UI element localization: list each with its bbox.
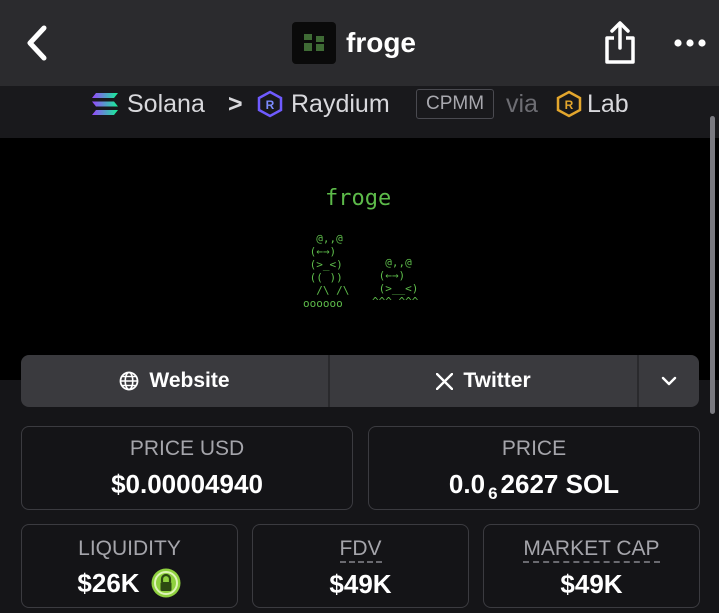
price-sol-value: 0.0 6 2627 SOL: [369, 469, 699, 504]
svg-text:R: R: [266, 98, 275, 112]
dex-link[interactable]: Raydium: [291, 86, 390, 122]
token-name: froge: [346, 27, 416, 58]
market-cap-label[interactable]: MARKET CAP: [523, 537, 660, 563]
liquidity-label: LIQUIDITY: [78, 537, 181, 560]
launchpad-icon: R: [556, 90, 582, 118]
launchpad-link[interactable]: Lab: [587, 86, 629, 122]
website-label: Website: [149, 369, 230, 392]
back-button[interactable]: [20, 22, 54, 64]
pool-type-badge: CPMM: [416, 89, 494, 119]
fdv-label[interactable]: FDV: [339, 537, 382, 563]
market-cap-value: $49K: [560, 569, 623, 599]
price-usd-label: PRICE USD: [129, 437, 245, 460]
solana-icon: [90, 91, 120, 117]
share-button[interactable]: [600, 20, 640, 66]
scrollbar[interactable]: [710, 116, 715, 414]
liquidity-row: $26K: [22, 567, 237, 599]
svg-text:R: R: [565, 98, 574, 112]
breadcrumb-separator: >: [228, 90, 243, 118]
chevron-left-icon: [27, 25, 47, 61]
fdv-label-wrap: FDV: [253, 537, 468, 563]
liquidity-value: $26K: [77, 567, 140, 598]
x-icon: [436, 372, 454, 390]
top-bar: froge: [0, 0, 719, 86]
frog-art-large: @,,@ (←→) (>_<) (( )) /\ /\ oooooo: [303, 232, 350, 310]
price-usd-value: $0.00004940: [111, 469, 263, 499]
social-links-bar: Website Twitter: [21, 355, 699, 407]
banner-title: froge: [325, 186, 392, 211]
liquidity-card: LIQUIDITY $26K: [21, 524, 238, 608]
chain-link[interactable]: Solana: [127, 86, 205, 122]
share-icon: [605, 21, 635, 64]
price-usd-card: PRICE USD $0.00004940: [21, 426, 353, 510]
more-links-button[interactable]: [639, 355, 699, 407]
price-zero-count: 6: [488, 484, 498, 503]
price-label: PRICE: [501, 437, 567, 460]
raydium-icon: R: [257, 90, 283, 118]
twitter-button[interactable]: Twitter: [330, 355, 637, 407]
market-cap-label-wrap: MARKET CAP: [484, 537, 699, 563]
market-cap-card: MARKET CAP $49K: [483, 524, 700, 608]
fdv-value: $49K: [329, 569, 392, 599]
chevron-down-icon: [661, 376, 677, 386]
price-prefix: 0.0: [448, 469, 486, 499]
token-banner: froge @,,@ (←→) (>_<) (( )) /\ /\ oooooo…: [0, 138, 719, 380]
globe-icon: [120, 371, 139, 391]
token-logo: [292, 22, 336, 64]
frog-art-small: @,,@ (←→) (>__<) ^^^ ^^^: [372, 256, 419, 308]
price-rest: 2627 SOL: [500, 469, 620, 499]
website-button[interactable]: Website: [21, 355, 328, 407]
lock-icon[interactable]: [150, 567, 182, 599]
twitter-label: Twitter: [463, 369, 531, 392]
more-options-button[interactable]: [672, 28, 708, 58]
price-sol-card: PRICE 0.0 6 2627 SOL: [368, 426, 700, 510]
fdv-card: FDV $49K: [252, 524, 469, 608]
via-label: via: [506, 90, 538, 118]
ellipsis-icon: [674, 39, 706, 47]
